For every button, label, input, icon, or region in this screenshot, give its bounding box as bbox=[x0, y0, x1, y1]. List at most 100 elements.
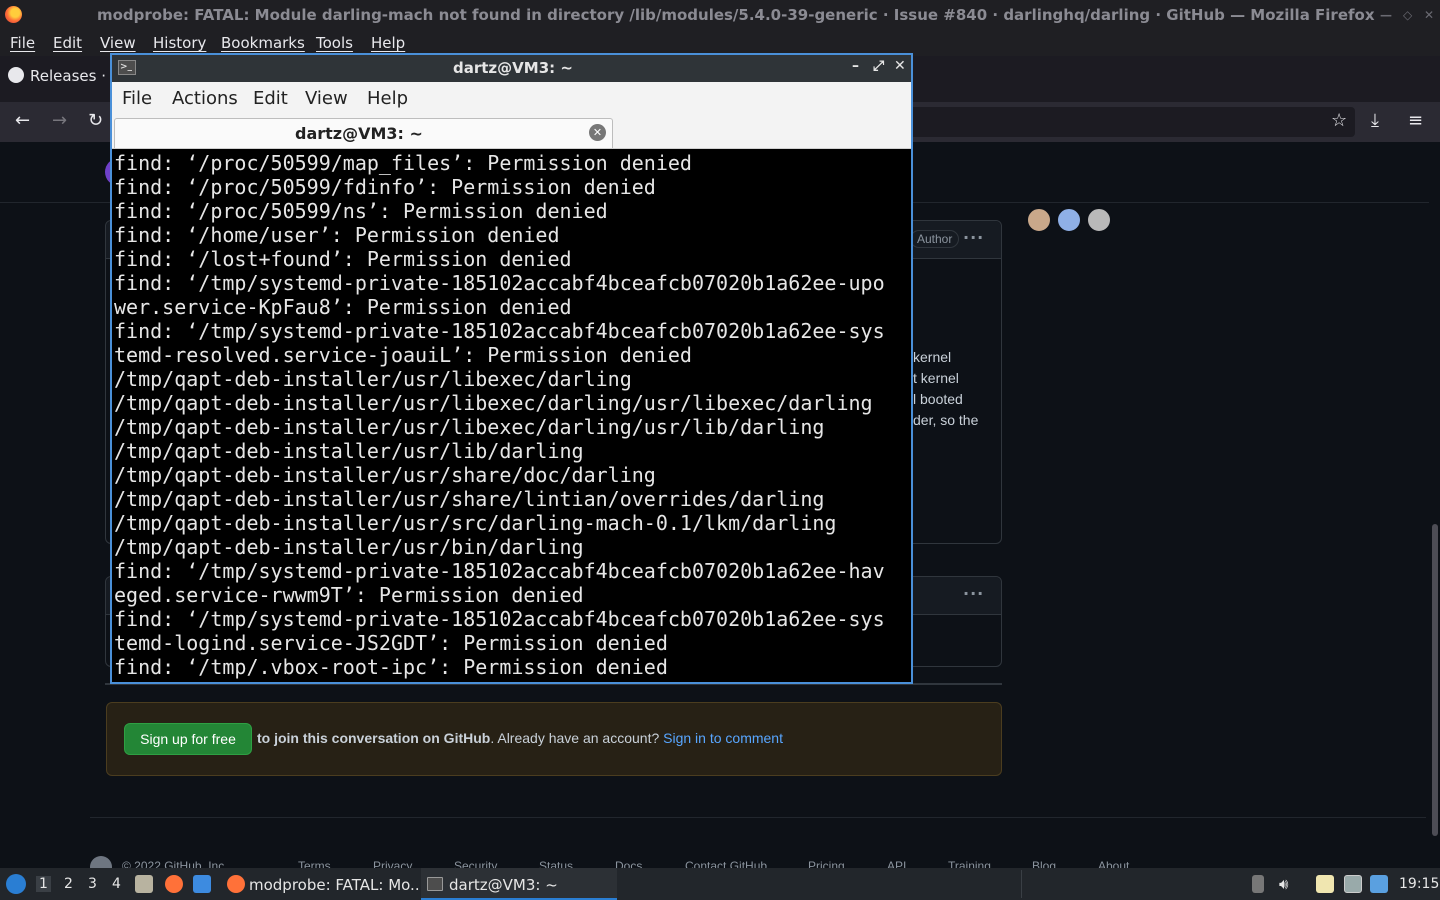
footer-divider bbox=[90, 817, 1426, 818]
avatar[interactable] bbox=[1026, 207, 1052, 233]
browser-tab[interactable]: Releases · d bbox=[8, 67, 120, 85]
taskbar-item-label: dartz@VM3: ~ bbox=[449, 876, 558, 894]
terminal-window: >_ dartz@VM3: ~ – ⤢ ✕ File Actions Edit … bbox=[110, 53, 913, 684]
terminal-line: /tmp/qapt-deb-installer/usr/src/darling-… bbox=[114, 511, 837, 535]
minimize-icon[interactable]: – bbox=[852, 58, 859, 74]
workspace-3[interactable]: 3 bbox=[88, 876, 97, 892]
github-logo-icon bbox=[90, 856, 112, 868]
network-icon[interactable] bbox=[1344, 875, 1362, 893]
terminal-line: find: ‘/tmp/systemd-private-185102accabf… bbox=[114, 319, 885, 343]
footer-link[interactable]: Security bbox=[454, 859, 497, 868]
terminal-menu-edit[interactable]: Edit bbox=[253, 88, 288, 109]
firefox-logo-icon bbox=[5, 6, 22, 23]
footer-link[interactable]: Contact GitHub bbox=[685, 859, 767, 868]
terminal-line: temd-resolved.service-joauiL’: Permissio… bbox=[114, 343, 692, 367]
terminal-line: /tmp/qapt-deb-installer/usr/bin/darling bbox=[114, 535, 584, 559]
terminal-menu-help[interactable]: Help bbox=[367, 88, 408, 109]
start-menu-icon[interactable] bbox=[6, 874, 26, 894]
firefox-icon bbox=[227, 875, 245, 893]
firefox-window-title: modprobe: FATAL: Module darling-mach not… bbox=[97, 6, 1375, 24]
menu-history[interactable]: History bbox=[153, 34, 206, 52]
terminal-line: find: ‘/tmp/.vbox-root-ipc’: Permission … bbox=[114, 655, 668, 679]
volume-icon[interactable]: 🔊︎ bbox=[1279, 875, 1288, 893]
forward-icon[interactable]: → bbox=[52, 110, 67, 131]
footer-link[interactable]: API bbox=[887, 859, 906, 868]
taskbar-item-firefox[interactable]: modprobe: FATAL: Mo... bbox=[222, 868, 424, 900]
terminal-line: find: ‘/tmp/systemd-private-185102accabf… bbox=[114, 559, 885, 583]
downloads-icon[interactable]: ⤓ bbox=[1371, 110, 1379, 131]
terminal-line: temd-logind.service-JS2GDT’: Permission … bbox=[114, 631, 668, 655]
terminal-line: find: ‘/home/user’: Permission denied bbox=[114, 223, 560, 247]
footer-link[interactable]: Training bbox=[948, 859, 991, 868]
terminal-menu-file[interactable]: File bbox=[122, 88, 152, 109]
bookmark-star-icon[interactable]: ☆ bbox=[1331, 110, 1347, 131]
footer-link[interactable]: Status bbox=[539, 859, 573, 868]
menu-file[interactable]: File bbox=[10, 34, 35, 52]
file-manager-icon[interactable] bbox=[135, 875, 153, 893]
menu-bookmarks[interactable]: Bookmarks bbox=[221, 34, 305, 52]
terminal-menu-actions[interactable]: Actions bbox=[172, 88, 238, 109]
signin-link[interactable]: Sign in to comment bbox=[663, 730, 783, 746]
workspace-4[interactable]: 4 bbox=[112, 876, 121, 892]
footer-link[interactable]: Terms bbox=[298, 859, 331, 868]
footer-link[interactable]: Privacy bbox=[373, 859, 412, 868]
footer-link[interactable]: Docs bbox=[615, 859, 642, 868]
menu-help[interactable]: Help bbox=[371, 34, 405, 52]
avatar[interactable] bbox=[1086, 207, 1112, 233]
clock[interactable]: 19:15 bbox=[1399, 876, 1439, 892]
minimize-icon[interactable]: — bbox=[1380, 8, 1392, 22]
comment-text: kernel bbox=[913, 349, 952, 365]
comment-options-icon[interactable]: ··· bbox=[963, 228, 984, 247]
menu-edit[interactable]: Edit bbox=[53, 34, 82, 52]
footer-link[interactable]: About bbox=[1098, 859, 1129, 868]
url-bar[interactable] bbox=[905, 107, 1355, 137]
terminal-icon bbox=[427, 877, 443, 891]
reload-icon[interactable]: ↻ bbox=[88, 110, 103, 131]
terminal-titlebar[interactable]: >_ dartz@VM3: ~ – ⤢ ✕ bbox=[112, 55, 911, 82]
maximize-icon[interactable]: ⤢ bbox=[873, 58, 884, 74]
avatar[interactable] bbox=[1056, 207, 1082, 233]
hamburger-menu-icon[interactable]: ≡ bbox=[1408, 110, 1423, 131]
comment-text: l booted bbox=[913, 391, 963, 407]
page-scrollbar[interactable] bbox=[1429, 142, 1440, 868]
tab-close-icon[interactable]: ✕ bbox=[589, 124, 606, 141]
taskbar-item-terminal[interactable]: dartz@VM3: ~ bbox=[421, 868, 617, 900]
comment-text: der, so the bbox=[913, 412, 979, 428]
close-icon[interactable]: ✕ bbox=[1424, 8, 1434, 22]
signup-text: . Already have an account? bbox=[490, 730, 664, 746]
terminal-title: dartz@VM3: ~ bbox=[453, 59, 573, 77]
author-badge: Author bbox=[910, 230, 960, 248]
taskbar-item-label: modprobe: FATAL: Mo... bbox=[249, 876, 425, 894]
github-icon bbox=[8, 67, 24, 83]
workspace-1[interactable]: 1 bbox=[36, 876, 51, 892]
signup-button[interactable]: Sign up for free bbox=[124, 723, 252, 755]
clipboard-icon[interactable] bbox=[1316, 875, 1334, 893]
comment-options-icon[interactable]: ··· bbox=[963, 584, 984, 603]
footer-link[interactable]: Blog bbox=[1032, 859, 1056, 868]
terminal-tab[interactable]: dartz@VM3: ~ ✕ bbox=[114, 118, 613, 148]
desktop-icon[interactable] bbox=[193, 875, 211, 893]
maximize-icon[interactable]: ◇ bbox=[1403, 8, 1412, 22]
menu-view[interactable]: View bbox=[100, 34, 136, 52]
terminal-output[interactable]: find: ‘/proc/50599/map_files’: Permissio… bbox=[114, 151, 909, 681]
keyboard-layout-icon[interactable] bbox=[1252, 875, 1264, 893]
footer-link[interactable]: Pricing bbox=[808, 859, 845, 868]
signup-bold-text: to join this conversation on GitHub bbox=[257, 730, 491, 746]
terminal-line: find: ‘/proc/50599/fdinfo’: Permission d… bbox=[114, 175, 656, 199]
workspace-2[interactable]: 2 bbox=[64, 876, 73, 892]
terminal-line: /tmp/qapt-deb-installer/usr/lib/darling bbox=[114, 439, 584, 463]
terminal-line: eged.service-rwwm9T’: Permission denied bbox=[114, 583, 584, 607]
terminal-line: find: ‘/proc/50599/map_files’: Permissio… bbox=[114, 151, 692, 175]
menu-tools[interactable]: Tools bbox=[316, 34, 353, 52]
terminal-menu-view[interactable]: View bbox=[305, 88, 348, 109]
back-icon[interactable]: ← bbox=[15, 110, 30, 131]
scrollbar-thumb[interactable] bbox=[1432, 524, 1438, 836]
terminal-line: /tmp/qapt-deb-installer/usr/libexec/darl… bbox=[114, 367, 632, 391]
taskbar: 1 2 3 4 modprobe: FATAL: Mo... dartz@VM3… bbox=[0, 868, 1440, 900]
terminal-line: find: ‘/proc/50599/ns’: Permission denie… bbox=[114, 199, 608, 223]
terminal-tab-label: dartz@VM3: ~ bbox=[295, 124, 423, 143]
close-icon[interactable]: ✕ bbox=[894, 58, 906, 74]
firefox-launcher-icon[interactable] bbox=[165, 875, 183, 893]
notification-icon[interactable] bbox=[1370, 875, 1388, 893]
terminal-icon: >_ bbox=[118, 60, 136, 75]
